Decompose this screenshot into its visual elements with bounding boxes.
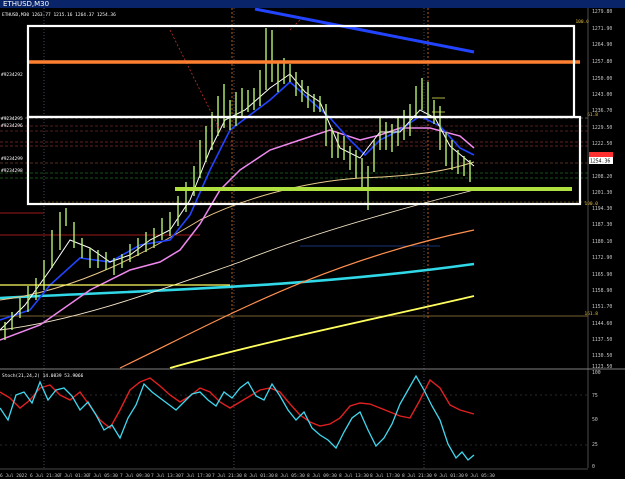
svg-text:1201.30: 1201.30	[592, 190, 612, 196]
svg-text:1151.70: 1151.70	[592, 304, 612, 310]
svg-text:7 Jul 17:30: 7 Jul 17:30	[181, 473, 211, 479]
svg-text:7 Jul 05:30: 7 Jul 05:30	[88, 473, 118, 479]
svg-text:1229.50: 1229.50	[592, 125, 612, 131]
svg-text:100.0: 100.0	[575, 19, 589, 25]
svg-text:161.8: 161.8	[584, 311, 598, 317]
window-title-bar[interactable]: ETHUSD,M30	[0, 0, 625, 8]
window-title: ETHUSD,M30	[3, 0, 50, 8]
svg-text:1180.10: 1180.10	[592, 239, 612, 245]
indicator-label: Stoch(21,24,2) 14.0839 53.9066	[2, 373, 84, 379]
svg-text:7 Jul 21:30: 7 Jul 21:30	[212, 473, 242, 479]
svg-text:1194.30: 1194.30	[592, 206, 612, 212]
svg-text:1187.30: 1187.30	[592, 222, 612, 228]
svg-text:1165.90: 1165.90	[592, 272, 612, 278]
svg-text:#9234296: #9234296	[1, 123, 23, 129]
svg-text:7 Jul 13:30: 7 Jul 13:30	[151, 473, 181, 479]
svg-text:1271.90: 1271.90	[592, 26, 612, 32]
svg-text:9 Jul 01:30: 9 Jul 01:30	[434, 473, 464, 479]
svg-text:8 Jul 17:30: 8 Jul 17:30	[370, 473, 400, 479]
svg-text:6 Jul 2022: 6 Jul 2022	[0, 473, 27, 479]
svg-text:8 Jul 05:30: 8 Jul 05:30	[275, 473, 305, 479]
svg-text:1144.60: 1144.60	[592, 321, 612, 327]
trading-chart-canvas[interactable]: 100.0 61.8 100.0 161.8 #9234292 #9234295…	[0, 8, 625, 479]
svg-text:1158.90: 1158.90	[592, 288, 612, 294]
svg-text:50: 50	[592, 417, 598, 423]
stoch-main-line	[0, 374, 475, 461]
svg-text:#9234292: #9234292	[1, 72, 23, 78]
svg-text:1279.80: 1279.80	[592, 9, 612, 15]
svg-text:#9234295: #9234295	[1, 116, 23, 122]
svg-text:8 Jul 13:30: 8 Jul 13:30	[339, 473, 369, 479]
svg-text:1236.70: 1236.70	[592, 108, 612, 114]
svg-text:6 Jul 21:30: 6 Jul 21:30	[30, 473, 60, 479]
time-axis-labels: 6 Jul 2022 6 Jul 21:30 7 Jul 01:30 7 Jul…	[0, 473, 495, 479]
svg-text:1130.50: 1130.50	[592, 353, 612, 359]
svg-text:100: 100	[592, 370, 601, 376]
svg-text:25: 25	[592, 442, 598, 448]
svg-text:75: 75	[592, 393, 598, 399]
svg-text:7 Jul 09:30: 7 Jul 09:30	[120, 473, 150, 479]
svg-text:1208.20: 1208.20	[592, 174, 612, 180]
svg-text:7 Jul 01:30: 7 Jul 01:30	[59, 473, 89, 479]
svg-text:1250.00: 1250.00	[592, 76, 612, 82]
svg-text:1257.80: 1257.80	[592, 59, 612, 65]
svg-text:#9234298: #9234298	[1, 168, 23, 174]
svg-text:8 Jul 09:30: 8 Jul 09:30	[307, 473, 337, 479]
symbol-info: ETHUSD,M30 1263.77 1215.16 1264.37 1254.…	[2, 12, 116, 18]
svg-text:8 Jul 21:30: 8 Jul 21:30	[402, 473, 432, 479]
svg-text:1264.90: 1264.90	[592, 42, 612, 48]
svg-text:1137.50: 1137.50	[592, 337, 612, 343]
current-price-label: 1254.36	[590, 159, 610, 165]
svg-text:0: 0	[592, 464, 595, 470]
svg-text:1243.00: 1243.00	[592, 92, 612, 98]
indicator-axis-labels: 100 75 50 25 0	[592, 370, 601, 470]
svg-text:#9234299: #9234299	[1, 156, 23, 162]
svg-text:9 Jul 05:30: 9 Jul 05:30	[465, 473, 495, 479]
svg-text:8 Jul 01:30: 8 Jul 01:30	[244, 473, 274, 479]
svg-text:1222.50: 1222.50	[592, 141, 612, 147]
stoch-signal-line	[0, 377, 475, 430]
svg-text:1172.90: 1172.90	[592, 255, 612, 261]
